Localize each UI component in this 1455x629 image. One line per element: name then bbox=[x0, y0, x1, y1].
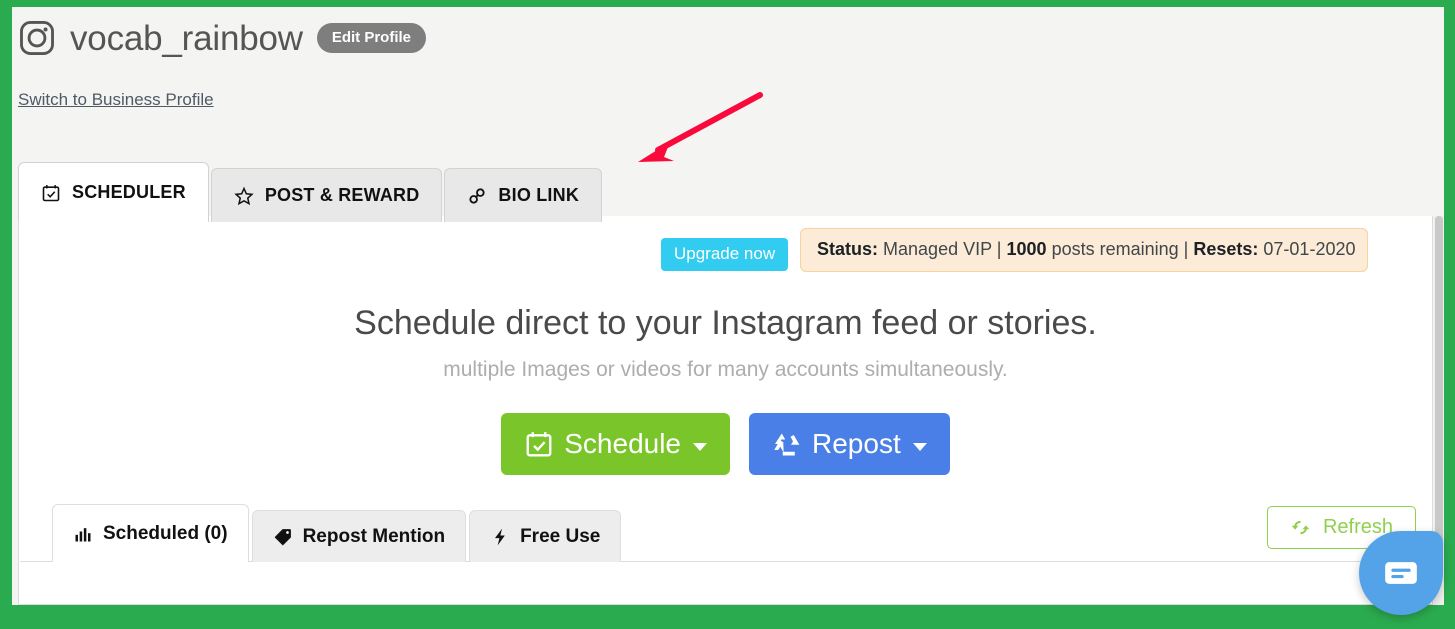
bar-chart-icon bbox=[73, 524, 93, 544]
instagram-icon bbox=[18, 19, 56, 57]
status-posts-count: 1000 bbox=[1006, 239, 1047, 259]
status-separator-2: | bbox=[1183, 239, 1189, 259]
tag-icon bbox=[273, 527, 293, 547]
repost-button-label: Repost bbox=[812, 428, 901, 459]
chevron-down-icon bbox=[693, 443, 708, 451]
profile-username: vocab_rainbow bbox=[70, 18, 303, 58]
edit-profile-button[interactable]: Edit Profile bbox=[316, 23, 427, 53]
secondary-tab-bar: Scheduled (0) Repost Mention Free Use bbox=[52, 504, 624, 562]
tab-scheduled[interactable]: Scheduled (0) bbox=[52, 504, 249, 562]
status-separator-1: | bbox=[996, 239, 1002, 259]
tab-free-use[interactable]: Free Use bbox=[469, 510, 622, 562]
recycle-icon bbox=[772, 429, 802, 459]
primary-tab-bar: SCHEDULER POST & REWARD BIO LINK bbox=[18, 162, 604, 222]
tab-repost-mention-label: Repost Mention bbox=[302, 525, 446, 547]
scrollbar-thumb[interactable] bbox=[1435, 216, 1443, 546]
tab-post-reward-label: POST & REWARD bbox=[264, 185, 420, 205]
calendar-check-icon bbox=[41, 183, 61, 203]
status-badge: Status: Managed VIP | 1000 posts remaini… bbox=[800, 228, 1369, 272]
tab-repost-mention[interactable]: Repost Mention bbox=[251, 510, 467, 562]
switch-to-business-profile-link[interactable]: Switch to Business Profile bbox=[18, 90, 214, 110]
profile-row: vocab_rainbow Edit Profile bbox=[18, 18, 427, 58]
calendar-check-icon bbox=[524, 429, 554, 459]
status-resets-date: 07-01-2020 bbox=[1263, 239, 1356, 259]
link-chain-icon bbox=[467, 186, 487, 206]
refresh-icon bbox=[1290, 517, 1311, 538]
tab-scheduler-label: SCHEDULER bbox=[72, 182, 186, 202]
tab-bio-link-label: BIO LINK bbox=[498, 185, 580, 205]
browser-window: vocab_rainbow Edit Profile Switch to Bus… bbox=[0, 0, 1455, 629]
tab-bio-link[interactable]: BIO LINK bbox=[444, 168, 603, 222]
repost-button[interactable]: Repost bbox=[749, 413, 950, 475]
profile-header: vocab_rainbow Edit Profile Switch to Bus… bbox=[12, 7, 1444, 157]
upgrade-now-button[interactable]: Upgrade now bbox=[661, 238, 789, 271]
hero-title: Schedule direct to your Instagram feed o… bbox=[354, 304, 1097, 342]
schedule-button[interactable]: Schedule bbox=[501, 413, 731, 475]
status-posts-text: posts remaining bbox=[1051, 239, 1179, 259]
scheduler-content-panel: Upgrade now Status: Managed VIP | 1000 p… bbox=[18, 216, 1433, 605]
page-viewport: vocab_rainbow Edit Profile Switch to Bus… bbox=[12, 7, 1444, 605]
hero-subtitle: multiple Images or videos for many accou… bbox=[443, 358, 1008, 381]
tab-free-use-label: Free Use bbox=[520, 525, 601, 547]
tab-scheduled-label: Scheduled (0) bbox=[103, 522, 228, 544]
tab-scheduler[interactable]: SCHEDULER bbox=[18, 162, 209, 222]
star-icon bbox=[234, 186, 254, 206]
chat-widget-button[interactable] bbox=[1359, 531, 1443, 615]
account-status-row: Upgrade now Status: Managed VIP | 1000 p… bbox=[19, 224, 1432, 272]
chat-message-icon bbox=[1381, 553, 1421, 593]
bolt-icon bbox=[490, 527, 510, 547]
hero-action-buttons: Schedule Repost bbox=[19, 413, 1432, 475]
chevron-down-icon bbox=[912, 443, 927, 451]
status-plan: Managed VIP bbox=[883, 239, 992, 259]
tab-post-reward[interactable]: POST & REWARD bbox=[210, 168, 443, 222]
status-label: Status: bbox=[817, 239, 879, 259]
schedule-button-label: Schedule bbox=[564, 428, 682, 459]
status-resets-label: Resets: bbox=[1193, 239, 1259, 259]
